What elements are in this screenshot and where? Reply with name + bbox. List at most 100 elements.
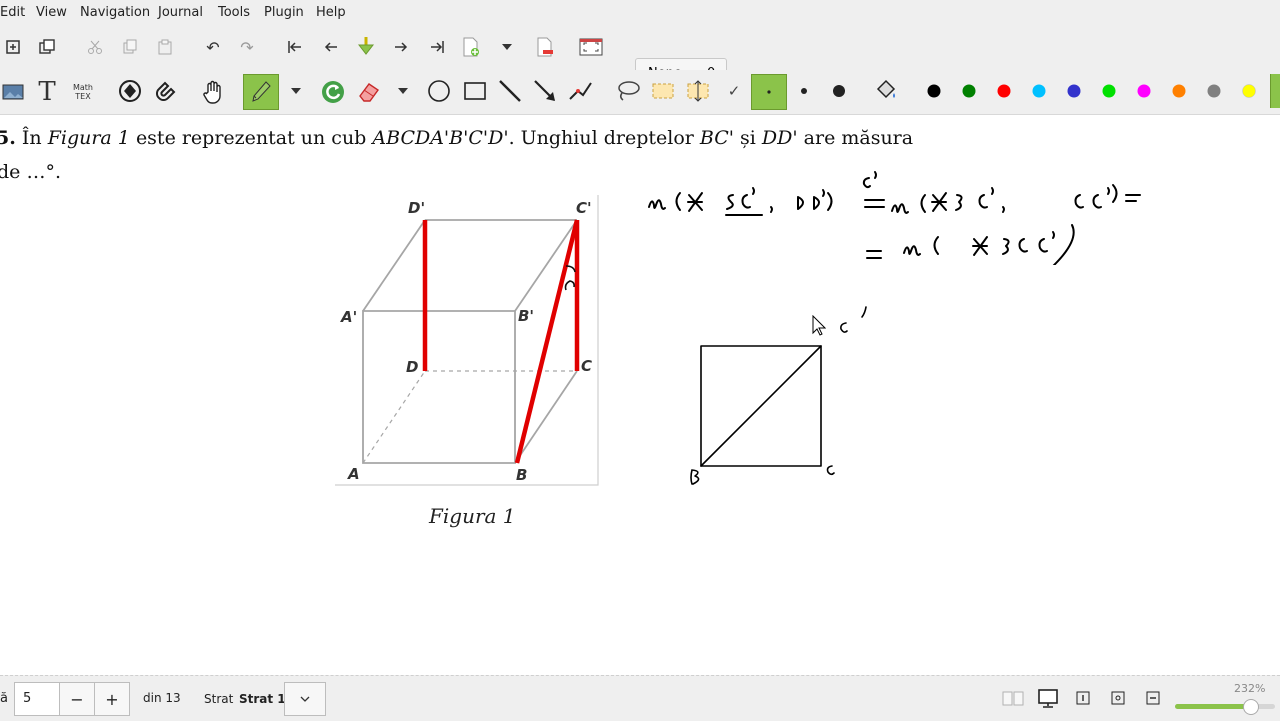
fill-bucket-icon[interactable] [874, 79, 898, 103]
book-view-icon[interactable] [1002, 689, 1024, 707]
page-canvas[interactable]: 5. În Figura 1 este reprezentat un cub A… [0, 115, 1280, 675]
page-number-value: 5 [23, 691, 32, 706]
page-prefix-label: ă [0, 691, 8, 706]
zoom-out-icon[interactable] [1144, 689, 1162, 707]
menu-view[interactable]: View [36, 5, 67, 20]
medium-thickness-icon[interactable] [795, 82, 813, 100]
pen-tool-icon[interactable] [243, 74, 279, 110]
color-orange-icon[interactable] [1169, 81, 1189, 101]
ruler-magnet-icon[interactable] [154, 79, 178, 103]
fine-thickness-icon[interactable] [751, 74, 787, 110]
mouse-cursor-icon [812, 315, 826, 336]
previous-page-icon[interactable] [322, 38, 340, 56]
cube-label-c-prime: C' [576, 199, 592, 217]
menu-plugin[interactable]: Plugin [264, 5, 304, 20]
problem-figure-ref: Figura 1 [47, 127, 130, 149]
layer-dropdown-button[interactable] [284, 682, 326, 716]
color-red-icon[interactable] [994, 81, 1014, 101]
text-tool-icon[interactable]: T [34, 77, 60, 107]
duplicate-page-icon[interactable] [38, 38, 56, 56]
chevron-down-icon [300, 696, 310, 702]
eraser-options-chevron-icon[interactable] [396, 84, 410, 98]
layer-value: Strat 1 [239, 692, 286, 706]
new-page-icon[interactable] [4, 38, 22, 56]
cube-label-c: C [581, 357, 593, 375]
color-gray-icon[interactable] [1204, 81, 1224, 101]
status-bar: ă 5 − + din 13 Strat Strat 1 232% [0, 675, 1280, 721]
color-light-blue-icon[interactable] [1029, 81, 1049, 101]
zoom-level-label: 232% [1234, 682, 1266, 695]
page-increment-button[interactable]: + [94, 682, 130, 716]
delete-page-icon[interactable] [534, 36, 556, 58]
problem-line-bc: BC' [699, 127, 734, 149]
coordinate-system-tool-icon[interactable] [568, 79, 592, 103]
main-toolbar: ↶ ↷ None 0 [0, 26, 1280, 90]
zoom-fit-width-icon[interactable] [1074, 689, 1092, 707]
cut-icon[interactable] [86, 38, 104, 56]
problem-statement-line-2: de …°. [0, 161, 61, 183]
zoom-fit-page-icon[interactable] [1109, 689, 1127, 707]
next-page-icon[interactable] [392, 38, 410, 56]
math-tex-bottom-label: TEX [75, 92, 91, 101]
hand-tool-icon[interactable] [201, 79, 225, 105]
rectangle-tool-icon[interactable] [463, 79, 487, 103]
line-tool-icon[interactable] [498, 79, 522, 103]
pen-options-chevron-icon[interactable] [289, 84, 303, 98]
custom-color-button[interactable] [1270, 74, 1280, 108]
color-light-green-icon[interactable] [1099, 81, 1119, 101]
color-blue-icon[interactable] [1064, 81, 1084, 101]
problem-text-5: are măsura [803, 127, 914, 149]
copy-icon[interactable] [121, 38, 139, 56]
zoom-slider-handle[interactable] [1243, 699, 1259, 715]
problem-text-3: . Unghiul dreptelor [508, 127, 694, 149]
page-total-label: din 13 [143, 691, 181, 705]
menu-tools[interactable]: Tools [218, 5, 250, 20]
new-page-after-icon[interactable] [460, 36, 482, 58]
handwritten-angle-equation [648, 171, 1141, 265]
shape-recognizer-icon[interactable] [118, 79, 142, 103]
color-black-icon[interactable] [924, 81, 944, 101]
thick-thickness-icon[interactable] [830, 82, 848, 100]
page-decrement-button[interactable]: − [59, 682, 95, 716]
problem-number: 5. [0, 127, 16, 149]
problem-text-4: și [740, 127, 756, 149]
goto-next-annotated-page-icon[interactable] [355, 34, 377, 60]
ellipse-tool-icon[interactable] [427, 79, 451, 103]
zoom-slider-fill [1175, 704, 1250, 709]
last-page-icon[interactable] [428, 38, 446, 56]
chevron-down-icon[interactable] [500, 40, 514, 54]
menu-help[interactable]: Help [316, 5, 346, 20]
page-number-input[interactable]: 5 [14, 682, 60, 716]
redo-icon[interactable]: ↷ [238, 38, 256, 57]
cube-label-d: D [406, 358, 419, 376]
fullscreen-icon[interactable] [578, 36, 604, 58]
cube-figure [335, 195, 599, 486]
rect-select-icon[interactable] [651, 79, 675, 103]
image-tool-icon[interactable] [2, 82, 24, 102]
undo-icon[interactable]: ↶ [204, 38, 222, 57]
presentation-mode-icon[interactable] [1037, 687, 1059, 709]
check-icon[interactable]: ✓ [722, 79, 746, 103]
problem-line-dd: DD' [761, 127, 798, 149]
lasso-select-icon[interactable] [615, 79, 641, 103]
cube-label-a-prime: A' [341, 308, 358, 326]
handwritten-square-sketch [690, 306, 867, 485]
vertical-space-icon[interactable] [686, 79, 710, 103]
menu-navigation[interactable]: Navigation [80, 5, 150, 20]
color-yellow-icon[interactable] [1239, 81, 1259, 101]
zoom-slider-track[interactable] [1175, 699, 1275, 715]
menu-journal[interactable]: Journal [158, 5, 203, 20]
eraser-icon[interactable] [356, 79, 382, 105]
problem-cube-name: ABCDA'B'C'D' [372, 127, 509, 149]
cube-label-b-prime: B' [518, 307, 535, 325]
shape-recognizer-toggle-icon[interactable] [320, 79, 346, 105]
tools-toolbar: T Math TEX ✓ [0, 70, 1280, 115]
first-page-icon[interactable] [286, 38, 304, 56]
menu-edit[interactable]: Edit [0, 5, 25, 20]
color-green-icon[interactable] [959, 81, 979, 101]
math-tex-icon[interactable]: Math TEX [70, 80, 96, 104]
color-magenta-icon[interactable] [1134, 81, 1154, 101]
menu-bar: Edit View Navigation Journal Tools Plugi… [0, 0, 1280, 26]
paste-icon[interactable] [156, 38, 174, 56]
arrow-tool-icon[interactable] [533, 79, 557, 103]
